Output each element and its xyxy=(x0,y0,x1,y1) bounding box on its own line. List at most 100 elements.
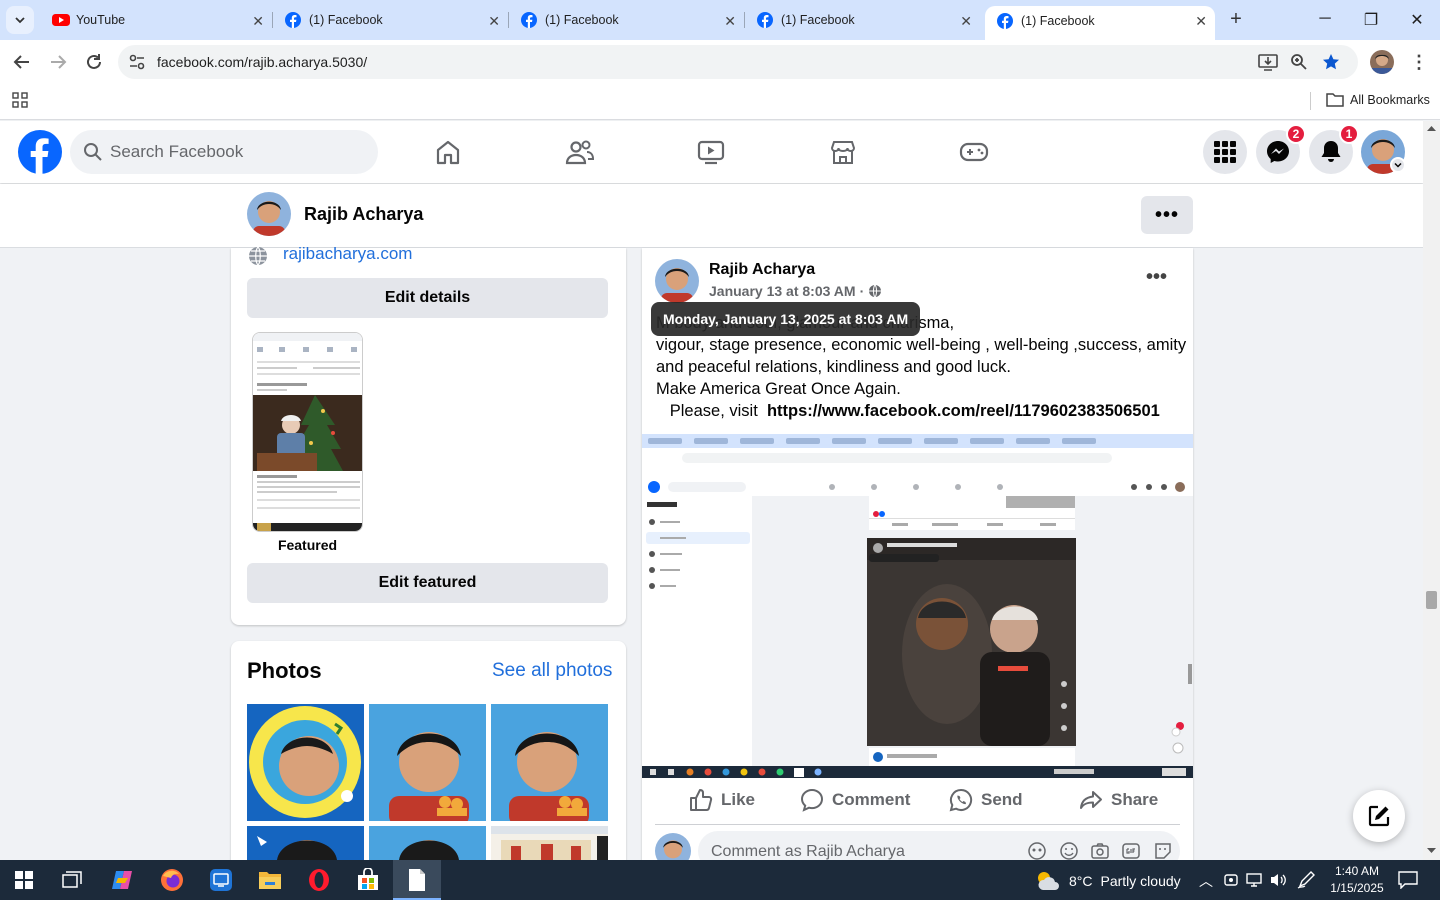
post-author-name[interactable]: Rajib Acharya xyxy=(709,261,815,279)
maximize-button[interactable]: ❐ xyxy=(1356,10,1386,30)
browser-tab[interactable]: (1) Facebook ✕ xyxy=(273,0,508,40)
post-time-text[interactable]: January 13 at 8:03 AM xyxy=(709,283,856,299)
close-icon[interactable]: ✕ xyxy=(1195,13,1207,30)
post-timestamp[interactable]: January 13 at 8:03 AM · xyxy=(709,283,882,299)
apps-grid-icon[interactable] xyxy=(12,92,28,108)
featured-thumbnail[interactable] xyxy=(252,332,363,532)
gif-icon[interactable] xyxy=(1122,842,1140,860)
post-image[interactable] xyxy=(642,434,1193,778)
facebook-logo-icon[interactable] xyxy=(18,130,62,174)
bookmark-bar: All Bookmarks xyxy=(0,84,1440,120)
edit-details-button[interactable]: Edit details xyxy=(247,278,608,318)
facebook-search-box[interactable]: Search Facebook xyxy=(70,130,378,174)
browser-menu-icon[interactable]: ⋮ xyxy=(1410,52,1428,73)
zoom-icon[interactable] xyxy=(1290,53,1308,71)
nav-video[interactable] xyxy=(694,135,728,169)
comment-placeholder[interactable]: Comment as Rajib Acharya xyxy=(711,843,905,861)
meet-now-icon[interactable] xyxy=(1223,872,1239,888)
search-input[interactable]: Search Facebook xyxy=(110,142,243,162)
website-link[interactable]: rajibacharya.com xyxy=(283,244,412,264)
post-options-button[interactable]: ••• xyxy=(1146,266,1167,289)
store-icon xyxy=(358,868,378,890)
url-text[interactable]: facebook.com/rajib.acharya.5030/ xyxy=(157,54,367,70)
profile-more-button[interactable]: ••• xyxy=(1141,196,1193,234)
back-button[interactable] xyxy=(11,51,33,73)
volume-icon[interactable] xyxy=(1269,872,1287,888)
close-icon[interactable]: ✕ xyxy=(252,13,264,30)
close-window-button[interactable]: ✕ xyxy=(1402,10,1432,30)
menu-button[interactable] xyxy=(1203,130,1247,174)
account-chevron-icon[interactable] xyxy=(1390,157,1406,173)
close-icon[interactable]: ✕ xyxy=(488,13,500,30)
nav-gaming[interactable] xyxy=(957,135,991,169)
copilot-app[interactable] xyxy=(108,866,136,894)
post-text-line: vigour, stage presence, economic well-be… xyxy=(656,336,1187,354)
tab-search-button[interactable] xyxy=(6,6,34,34)
browser-tab[interactable]: YouTube ✕ xyxy=(40,0,272,40)
scroll-up-icon[interactable] xyxy=(1427,125,1436,131)
store-app[interactable] xyxy=(354,866,382,894)
compose-icon xyxy=(1368,805,1390,827)
notification-center-icon[interactable] xyxy=(1398,871,1418,889)
omnibox[interactable]: facebook.com/rajib.acharya.5030/ xyxy=(118,45,1358,79)
nav-home[interactable] xyxy=(431,135,465,169)
photo-thumbnail[interactable] xyxy=(247,704,364,821)
like-button[interactable]: Like xyxy=(689,784,755,816)
see-all-photos-link[interactable]: See all photos xyxy=(492,660,612,682)
scroll-down-icon[interactable] xyxy=(1427,848,1436,854)
clock[interactable]: 1:40 AM 1/15/2025 xyxy=(1325,863,1389,897)
divider xyxy=(655,824,1180,825)
photo-thumbnail[interactable] xyxy=(369,704,486,821)
share-icon xyxy=(1080,791,1102,809)
reel-link[interactable]: https://www.facebook.com/reel/1179602383… xyxy=(767,402,1160,420)
reload-button[interactable] xyxy=(83,51,105,73)
notepad-app[interactable] xyxy=(403,866,431,894)
network-icon[interactable] xyxy=(1246,872,1264,888)
tray-overflow-icon[interactable]: ︿ xyxy=(1199,871,1213,891)
bookmark-star-icon[interactable] xyxy=(1322,53,1340,71)
messenger-button[interactable]: 2 xyxy=(1256,124,1306,174)
new-tab-button[interactable]: + xyxy=(1224,8,1248,31)
browser-tab-active[interactable]: (1) Facebook ✕ xyxy=(985,6,1215,40)
task-view-button[interactable] xyxy=(58,866,86,894)
visit-prefix: Please, visit xyxy=(656,402,767,420)
forward-button[interactable] xyxy=(47,51,69,73)
opera-app[interactable] xyxy=(305,866,333,894)
notifications-button[interactable]: 1 xyxy=(1309,124,1359,174)
edit-featured-button[interactable]: Edit featured xyxy=(247,563,608,603)
browser-tab[interactable]: (1) Facebook ✕ xyxy=(745,0,980,40)
nav-marketplace[interactable] xyxy=(826,135,860,169)
site-settings-icon[interactable] xyxy=(128,53,146,71)
remote-desktop-app[interactable] xyxy=(207,866,235,894)
avatar-sticker-icon[interactable] xyxy=(1028,842,1046,860)
start-button[interactable] xyxy=(10,866,38,894)
comment-icon xyxy=(800,788,824,812)
profile-avatar[interactable] xyxy=(1370,50,1394,74)
profile-avatar-small[interactable] xyxy=(247,192,291,236)
browser-tab[interactable]: (1) Facebook ✕ xyxy=(509,0,744,40)
close-icon[interactable]: ✕ xyxy=(724,13,736,30)
weather-widget[interactable]: 8°C Partly cloudy xyxy=(1035,870,1181,892)
install-app-icon[interactable] xyxy=(1258,53,1278,71)
profile-name[interactable]: Rajib Acharya xyxy=(304,204,423,225)
sticker-icon[interactable] xyxy=(1154,842,1172,860)
camera-icon[interactable] xyxy=(1091,842,1109,860)
pen-icon[interactable] xyxy=(1297,871,1315,889)
page-scrollbar[interactable] xyxy=(1423,121,1440,860)
new-message-button[interactable] xyxy=(1353,790,1405,842)
send-button[interactable]: Send xyxy=(949,784,1023,816)
scrollbar-thumb[interactable] xyxy=(1426,591,1437,609)
emoji-icon[interactable] xyxy=(1060,842,1078,860)
file-explorer-app[interactable] xyxy=(256,866,284,894)
share-button[interactable]: Share xyxy=(1079,784,1158,816)
all-bookmarks-button[interactable]: All Bookmarks xyxy=(1326,93,1430,107)
minimize-button[interactable]: ─ xyxy=(1310,10,1340,28)
post-actions: Like Comment Send Share xyxy=(642,782,1193,818)
firefox-app[interactable] xyxy=(158,866,186,894)
close-icon[interactable]: ✕ xyxy=(960,13,972,30)
photo-thumbnail[interactable] xyxy=(491,704,608,821)
comment-button[interactable]: Comment xyxy=(800,784,910,816)
nav-friends[interactable] xyxy=(563,135,597,169)
partly-cloudy-icon xyxy=(1038,872,1059,890)
post-author-avatar[interactable] xyxy=(655,259,699,303)
